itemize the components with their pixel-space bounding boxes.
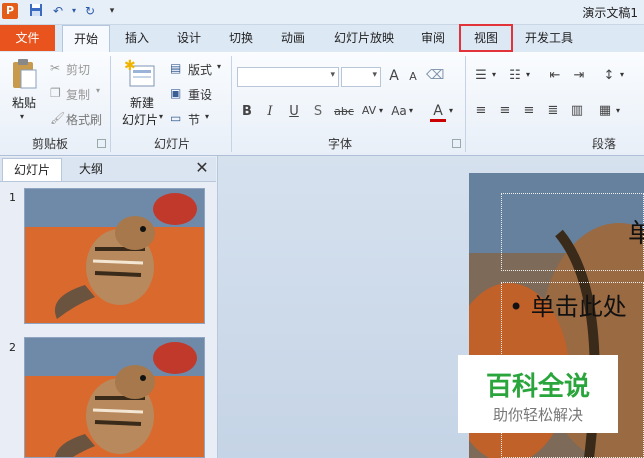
undo-icon[interactable]: ↶ — [50, 3, 66, 19]
underline-button[interactable]: U — [287, 104, 301, 119]
font-group-label: 字体 — [327, 137, 352, 151]
clipboard-group-label: 剪贴板 — [31, 137, 68, 151]
redo-icon[interactable]: ↻ — [82, 3, 98, 19]
chipmunk-image — [25, 189, 204, 323]
ribbon-separator — [110, 56, 111, 152]
bullets-icon[interactable]: ☰ — [472, 68, 490, 83]
layout-button[interactable]: 版式 — [188, 61, 212, 78]
line-spacing-icon[interactable]: ↕ — [600, 68, 618, 83]
paste-dropdown-icon[interactable]: ▾ — [20, 112, 24, 121]
align-right-icon[interactable]: ≡ — [520, 103, 538, 118]
close-icon[interactable]: ✕ — [194, 159, 210, 177]
tab-developer[interactable]: 开发工具 — [518, 25, 580, 51]
numbering-icon[interactable]: ☷ — [506, 68, 524, 83]
chevron-down-icon: ▾ — [372, 70, 377, 80]
save-icon[interactable] — [28, 3, 44, 19]
panel-tab-slides[interactable]: 幻灯片 — [2, 158, 62, 181]
chevron-down-icon: ▾ — [330, 70, 335, 80]
tab-home[interactable]: 开始 — [62, 25, 110, 53]
layout-dropdown-icon[interactable]: ▾ — [217, 62, 221, 71]
grow-font-icon[interactable]: A — [386, 68, 402, 84]
slides-group-label: 幻灯片 — [153, 137, 190, 151]
new-slide-icon[interactable]: ✱ — [124, 58, 156, 93]
reset-button[interactable]: 重设 — [188, 86, 212, 103]
case-dropdown-icon[interactable]: ▾ — [409, 106, 413, 115]
tab-slideshow[interactable]: 幻灯片放映 — [326, 25, 402, 51]
decrease-indent-icon[interactable]: ⇤ — [546, 68, 564, 83]
watermark-title: 百科全说 — [485, 372, 590, 402]
font-color-button[interactable]: A — [430, 103, 446, 122]
font-family-combo[interactable]: ▾ — [237, 67, 339, 87]
strikethrough-button[interactable]: abc — [333, 105, 355, 118]
clipboard-launcher-icon[interactable] — [97, 139, 106, 148]
new-slide-button[interactable]: 幻灯片 — [118, 111, 162, 128]
clear-formatting-icon[interactable]: ⌫ — [426, 68, 444, 83]
bullets-dropdown-icon[interactable]: ▾ — [492, 70, 496, 79]
format-painter-icon[interactable]: 🖌 — [50, 111, 65, 125]
tab-animations[interactable]: 动画 — [272, 25, 314, 51]
align-left-icon[interactable]: ≡ — [472, 103, 490, 118]
ribbon-separator — [465, 56, 466, 152]
section-button[interactable]: 节 — [188, 111, 200, 128]
justify-icon[interactable]: ≣ — [544, 103, 562, 118]
tab-file[interactable]: 文件 — [0, 25, 55, 51]
paragraph-group-label: 段落 — [591, 137, 616, 151]
line-spacing-dropdown-icon[interactable]: ▾ — [620, 70, 624, 79]
customize-toolbar-icon[interactable]: ▾ — [104, 3, 120, 19]
reset-icon[interactable]: ▣ — [170, 86, 181, 100]
tab-review[interactable]: 审阅 — [412, 25, 454, 51]
title-placeholder-text: 单 — [628, 219, 644, 249]
columns-dropdown-icon[interactable]: ▾ — [616, 106, 620, 115]
slide-number: 1 — [9, 191, 16, 204]
paste-icon[interactable] — [10, 58, 38, 93]
slide-thumbnail-1[interactable] — [24, 188, 205, 324]
font-size-combo[interactable]: ▾ — [341, 67, 381, 87]
copy-button[interactable]: 复制 — [66, 86, 90, 103]
cut-icon[interactable]: ✂ — [50, 61, 60, 75]
section-icon[interactable]: ▭ — [170, 111, 181, 125]
paste-button[interactable]: 粘贴 — [6, 94, 42, 111]
tab-design[interactable]: 设计 — [168, 25, 210, 51]
columns-icon[interactable]: ▦ — [596, 103, 614, 118]
tab-transitions[interactable]: 切换 — [220, 25, 262, 51]
copy-icon[interactable]: ❐ — [50, 86, 61, 100]
body-placeholder-text: • 单击此处 — [509, 293, 627, 321]
font-color-dropdown-icon[interactable]: ▾ — [449, 106, 453, 115]
shadow-button[interactable]: S — [311, 104, 325, 119]
slide-number: 2 — [9, 341, 16, 354]
shrink-font-icon[interactable]: A — [406, 70, 420, 83]
ribbon-separator — [231, 56, 232, 152]
undo-dropdown-icon[interactable]: ▾ — [66, 3, 82, 19]
chipmunk-image — [25, 338, 204, 457]
layout-icon[interactable]: ▤ — [170, 61, 181, 75]
bold-button[interactable]: B — [240, 104, 254, 119]
align-center-icon[interactable]: ≡ — [496, 103, 514, 118]
panel-tab-outline[interactable]: 大纲 — [62, 158, 120, 180]
cut-button[interactable]: 剪切 — [66, 61, 90, 78]
tab-insert[interactable]: 插入 — [116, 25, 158, 51]
format-painter-button[interactable]: 格式刷 — [66, 111, 102, 128]
spacing-dropdown-icon[interactable]: ▾ — [379, 106, 383, 115]
new-slide-label[interactable]: 新建 — [122, 94, 162, 111]
italic-button[interactable]: I — [263, 104, 277, 119]
new-slide-dropdown-icon[interactable]: ▾ — [159, 112, 163, 121]
change-case-button[interactable]: Aa — [390, 104, 408, 118]
distribute-icon[interactable]: ▥ — [568, 103, 586, 118]
svg-text:✱: ✱ — [124, 58, 136, 74]
watermark-subtitle: 助你轻松解决 — [492, 406, 583, 424]
section-dropdown-icon[interactable]: ▾ — [205, 112, 209, 121]
title-placeholder[interactable] — [501, 193, 644, 271]
numbering-dropdown-icon[interactable]: ▾ — [526, 70, 530, 79]
character-spacing-button[interactable]: AV — [360, 104, 378, 117]
increase-indent-icon[interactable]: ⇥ — [570, 68, 588, 83]
font-launcher-icon[interactable] — [452, 139, 461, 148]
slide-thumbnail-2[interactable] — [24, 337, 205, 458]
copy-dropdown-icon[interactable]: ▾ — [96, 86, 100, 95]
view-tab-highlight — [459, 24, 513, 52]
app-logo-icon[interactable]: P — [2, 3, 18, 19]
document-title: 演示文稿1 — [582, 6, 638, 20]
